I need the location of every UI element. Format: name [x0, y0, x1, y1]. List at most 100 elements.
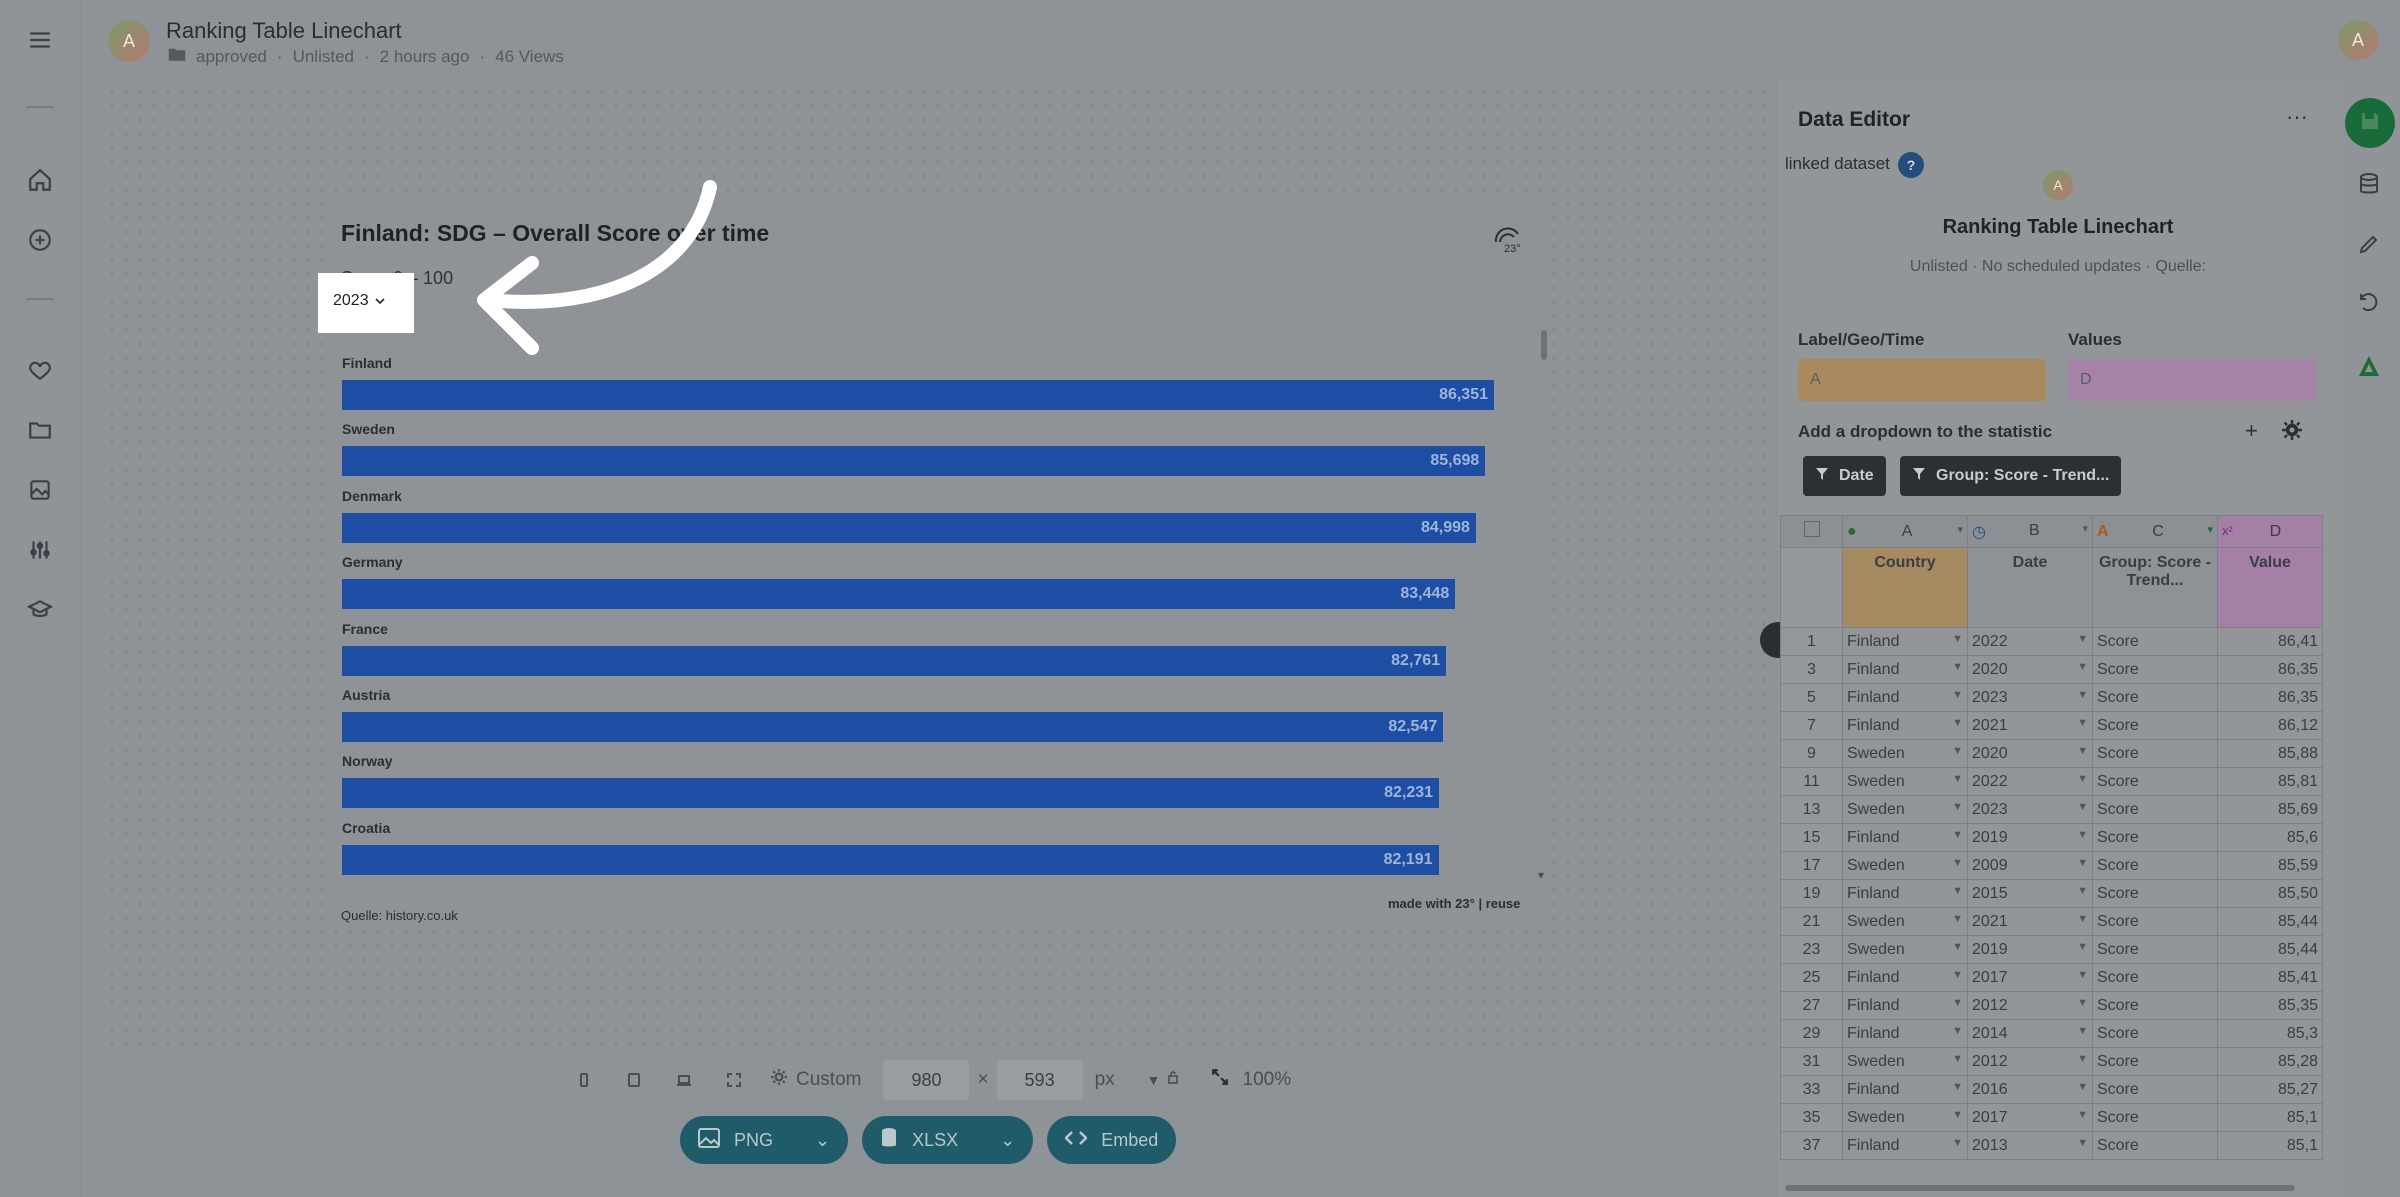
chart-scrollbar[interactable]	[1541, 330, 1547, 360]
column-name-country[interactable]: Country	[1842, 547, 1968, 628]
filter-chip-group[interactable]: Group: Score - Trend...	[1900, 456, 2122, 496]
cell-dropdown-icon[interactable]: ▼	[2077, 745, 2088, 757]
cell-country[interactable]: Finland ▼	[1842, 879, 1968, 908]
sliders-icon[interactable]	[22, 532, 58, 568]
table-row[interactable]: 33 Finland ▼ 2016 ▼ Score 85,27	[1780, 1075, 2323, 1104]
cell-dropdown-icon[interactable]: ▼	[2077, 1053, 2088, 1065]
phone-size-icon[interactable]	[570, 1066, 598, 1094]
filter-chip-date[interactable]: Date	[1803, 456, 1886, 496]
cell-group[interactable]: Score	[2092, 795, 2218, 824]
cell-dropdown-icon[interactable]: ▼	[2077, 1081, 2088, 1093]
cell-dropdown-icon[interactable]: ▼	[2077, 857, 2088, 869]
cell-value[interactable]: 85,35	[2217, 991, 2323, 1020]
cell-value[interactable]: 85,44	[2217, 907, 2323, 936]
cell-date[interactable]: 2022 ▼	[1967, 627, 2093, 656]
cell-dropdown-icon[interactable]: ▼	[2077, 941, 2088, 953]
add-icon[interactable]	[22, 222, 58, 258]
cell-group[interactable]: Score	[2092, 935, 2218, 964]
column-header-a[interactable]: ● A ▾	[1842, 515, 1968, 548]
more-options-icon[interactable]: ···	[2286, 104, 2308, 130]
cell-value[interactable]: 85,28	[2217, 1047, 2323, 1076]
cell-date[interactable]: 2014 ▼	[1967, 1019, 2093, 1048]
cell-group[interactable]: Score	[2092, 851, 2218, 880]
table-row[interactable]: 23 Sweden ▼ 2019 ▼ Score 85,44	[1780, 935, 2323, 964]
cell-country[interactable]: Sweden ▼	[1842, 739, 1968, 768]
cell-group[interactable]: Score	[2092, 1131, 2218, 1160]
cell-dropdown-icon[interactable]: ▼	[1952, 801, 1963, 813]
chevron-down-icon[interactable]: ⌄	[1000, 1130, 1015, 1151]
table-row[interactable]: 3 Finland ▼ 2020 ▼ Score 86,35	[1780, 655, 2323, 684]
lock-ratio-icon[interactable]	[1165, 1069, 1181, 1091]
column-header-c[interactable]: A C ▾	[2092, 515, 2218, 548]
cell-country[interactable]: Finland ▼	[1842, 627, 1968, 656]
made-with-link[interactable]: made with 23° | reuse	[1388, 896, 1520, 911]
cell-group[interactable]: Score	[2092, 1075, 2218, 1104]
cell-group[interactable]: Score	[2092, 739, 2218, 768]
cell-value[interactable]: 86,35	[2217, 683, 2323, 712]
cell-group[interactable]: Score	[2092, 627, 2218, 656]
cell-country[interactable]: Sweden ▼	[1842, 795, 1968, 824]
fullscreen-icon[interactable]	[720, 1066, 748, 1094]
triangle-logo-icon[interactable]	[2353, 350, 2385, 382]
bar[interactable]: 84,998	[342, 512, 1476, 543]
cell-value[interactable]: 85,1	[2217, 1103, 2323, 1132]
cell-dropdown-icon[interactable]: ▼	[2077, 829, 2088, 841]
cell-country[interactable]: Finland ▼	[1842, 1019, 1968, 1048]
cell-dropdown-icon[interactable]: ▼	[2077, 773, 2088, 785]
data-grid[interactable]: ● A ▾ ◷ B ▾ A C ▾ x² D Country Date Group: Scor…	[1780, 515, 2328, 1175]
cell-group[interactable]: Score	[2092, 711, 2218, 740]
cell-dropdown-icon[interactable]: ▼	[1952, 745, 1963, 757]
cell-date[interactable]: 2020 ▼	[1967, 739, 2093, 768]
cell-date[interactable]: 2012 ▼	[1967, 991, 2093, 1020]
cell-date[interactable]: 2023 ▼	[1967, 795, 2093, 824]
help-icon[interactable]: ?	[1898, 152, 1924, 178]
cell-dropdown-icon[interactable]: ▼	[1952, 997, 1963, 1009]
cell-dropdown-icon[interactable]: ▼	[1952, 969, 1963, 981]
heart-icon[interactable]	[22, 352, 58, 388]
cell-dropdown-icon[interactable]: ▼	[1952, 1081, 1963, 1093]
table-row[interactable]: 19 Finland ▼ 2015 ▼ Score 85,50	[1780, 879, 2323, 908]
table-row[interactable]: 37 Finland ▼ 2013 ▼ Score 85,1	[1780, 1131, 2323, 1160]
year-dropdown[interactable]: 2023	[333, 292, 385, 310]
cell-value[interactable]: 86,41	[2217, 627, 2323, 656]
chevron-down-icon[interactable]: ⌄	[815, 1130, 830, 1151]
cell-country[interactable]: Sweden ▼	[1842, 907, 1968, 936]
add-dropdown-button[interactable]: +	[2245, 418, 2258, 444]
cell-dropdown-icon[interactable]: ▼	[1952, 661, 1963, 673]
bar[interactable]: 82,761	[342, 645, 1447, 676]
cell-dropdown-icon[interactable]: ▼	[1952, 1137, 1963, 1149]
cell-value[interactable]: 86,12	[2217, 711, 2323, 740]
grid-horizontal-scrollbar[interactable]	[1785, 1185, 2295, 1191]
cell-dropdown-icon[interactable]: ▼	[2077, 717, 2088, 729]
table-row[interactable]: 27 Finland ▼ 2012 ▼ Score 85,35	[1780, 991, 2323, 1020]
cell-value[interactable]: 85,69	[2217, 795, 2323, 824]
owner-avatar[interactable]: A	[108, 20, 150, 62]
cell-country[interactable]: Sweden ▼	[1842, 767, 1968, 796]
values-column-box[interactable]: D	[2068, 359, 2316, 401]
cell-dropdown-icon[interactable]: ▼	[2077, 801, 2088, 813]
bar[interactable]: 82,231	[342, 778, 1440, 809]
cell-value[interactable]: 85,6	[2217, 823, 2323, 852]
table-row[interactable]: 1 Finland ▼ 2022 ▼ Score 86,41	[1780, 627, 2323, 656]
cell-country[interactable]: Sweden ▼	[1842, 1103, 1968, 1132]
cell-country[interactable]: Finland ▼	[1842, 1075, 1968, 1104]
height-input[interactable]: 593	[996, 1060, 1083, 1100]
cell-dropdown-icon[interactable]: ▼	[1952, 1053, 1963, 1065]
table-row[interactable]: 11 Sweden ▼ 2022 ▼ Score 85,81	[1780, 767, 2323, 796]
cell-value[interactable]: 85,1	[2217, 1131, 2323, 1160]
table-row[interactable]: 25 Finland ▼ 2017 ▼ Score 85,41	[1780, 963, 2323, 992]
bar[interactable]: 83,448	[342, 579, 1456, 610]
cell-dropdown-icon[interactable]: ▼	[2077, 885, 2088, 897]
cell-dropdown-icon[interactable]: ▼	[1952, 689, 1963, 701]
cell-date[interactable]: 2020 ▼	[1967, 655, 2093, 684]
cell-dropdown-icon[interactable]: ▼	[2077, 633, 2088, 645]
cell-country[interactable]: Finland ▼	[1842, 655, 1968, 684]
cell-dropdown-icon[interactable]: ▼	[1952, 1109, 1963, 1121]
cell-country[interactable]: Sweden ▼	[1842, 935, 1968, 964]
user-avatar[interactable]: A	[2338, 20, 2378, 60]
table-row[interactable]: 9 Sweden ▼ 2020 ▼ Score 85,88	[1780, 739, 2323, 768]
table-row[interactable]: 31 Sweden ▼ 2012 ▼ Score 85,28	[1780, 1047, 2323, 1076]
table-row[interactable]: 17 Sweden ▼ 2009 ▼ Score 85,59	[1780, 851, 2323, 880]
undo-icon[interactable]	[2353, 288, 2385, 320]
bar[interactable]: 82,547	[342, 712, 1444, 742]
